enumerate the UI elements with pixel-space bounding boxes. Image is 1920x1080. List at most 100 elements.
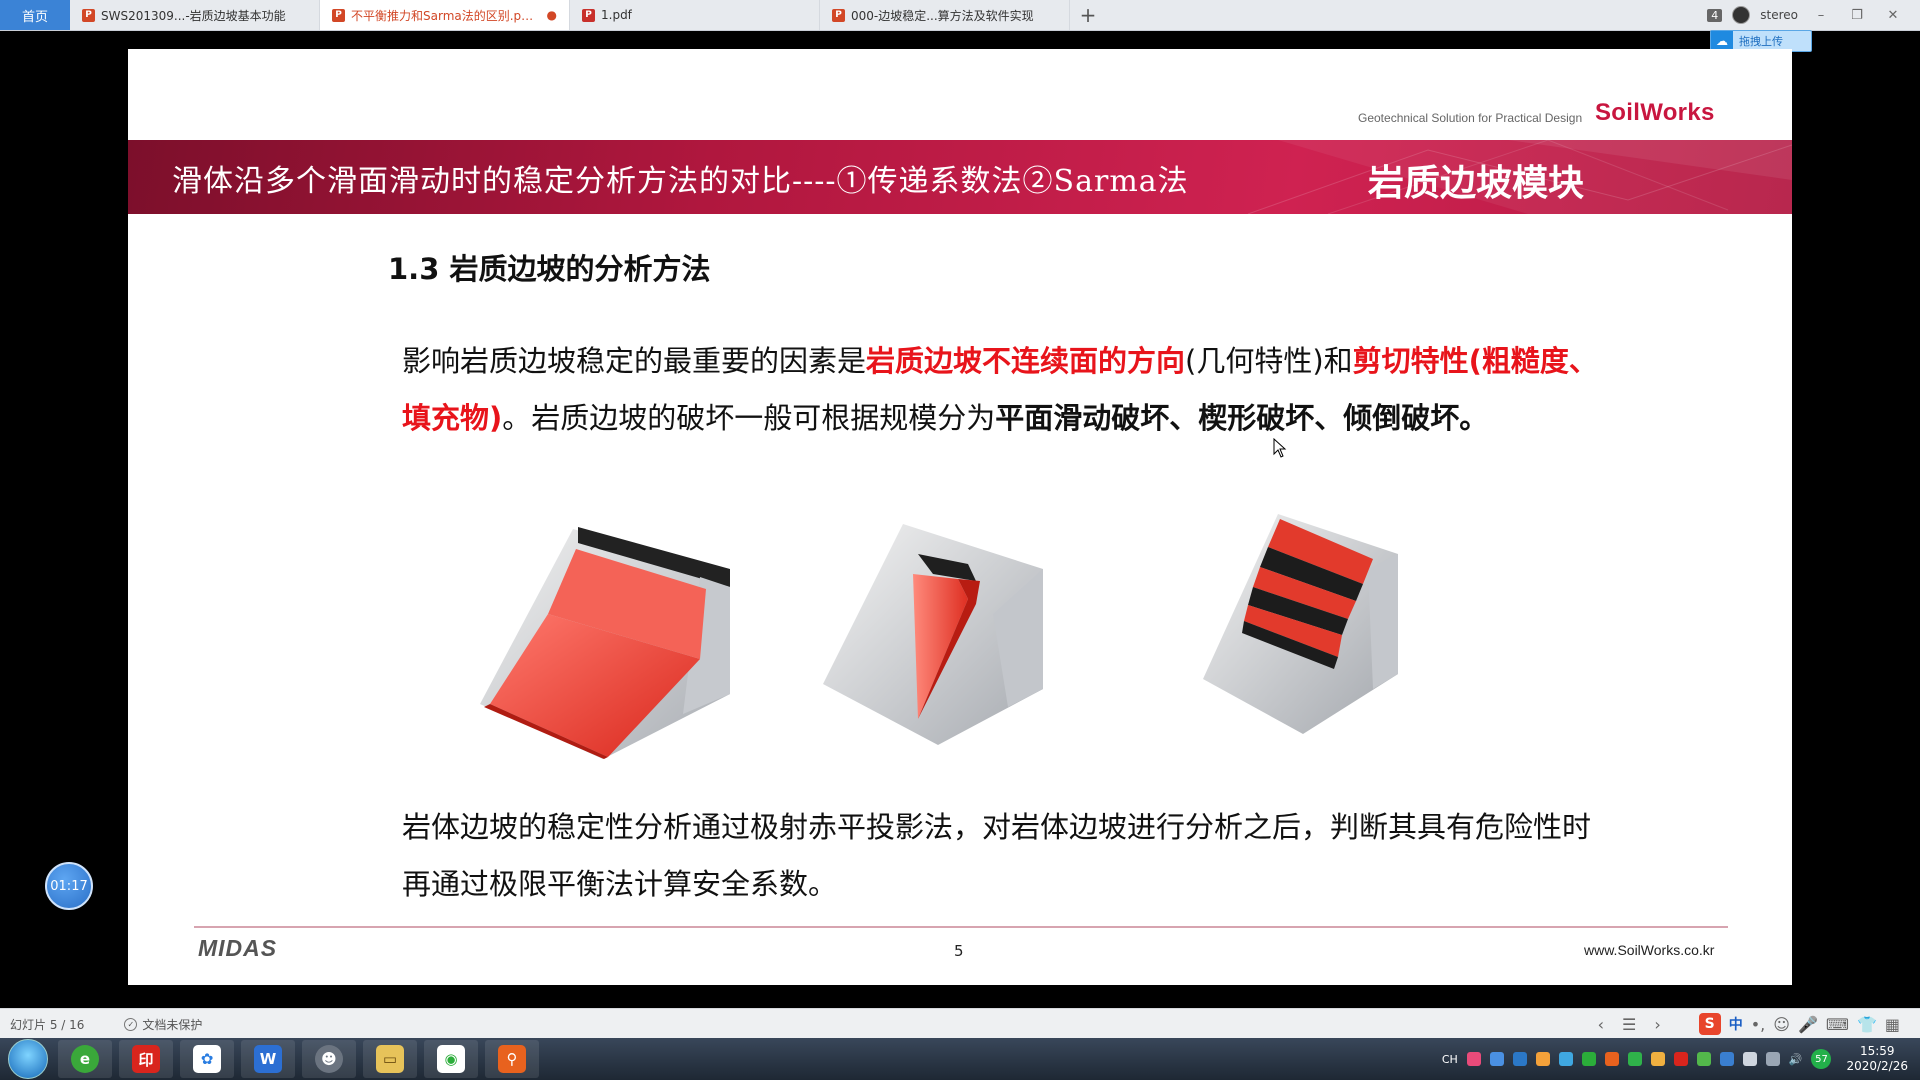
tray-app-icon[interactable] (1466, 1052, 1481, 1066)
emoji-icon[interactable]: ☺ (1773, 1015, 1790, 1034)
midas-logo: MIDAS (198, 935, 278, 961)
taskbar-app-reader[interactable]: 印 (119, 1040, 173, 1078)
text-run: 影响岩质边坡稳定的最重要的因素是 (402, 344, 867, 378)
toppling-failure-illustration (1203, 514, 1398, 734)
text-run: 。岩质边坡的破坏一般可根据规模分为 (502, 401, 996, 435)
presentation-timer[interactable]: 01:17 (45, 862, 93, 910)
brand-logo: SoilWorks (1595, 99, 1715, 126)
reader-icon: 印 (132, 1045, 160, 1073)
slide-banner-title: 滑体沿多个滑面滑动时的稳定分析方法的对比----①传递系数法②Sarma法 (172, 164, 1189, 199)
upload-label: 拖拽上传 (1739, 35, 1783, 48)
system-tray: CH 🔊 57 15:59 2020/2/26 (1442, 1044, 1920, 1074)
analysis-paragraph: 岩体边坡的稳定性分析通过极射赤平投影法，对岩体边坡进行分析之后，判断其具有危险性… (402, 810, 1592, 901)
tab-document-3[interactable]: P 1.pdf (570, 0, 820, 30)
module-title: 岩质边坡模块 (1368, 163, 1585, 204)
previous-slide-icon[interactable]: ‹ (1598, 1015, 1604, 1034)
microphone-icon[interactable]: 🎤 (1798, 1015, 1818, 1034)
tab-label: SWS201309...-岩质边坡基本功能 (101, 8, 286, 23)
new-tab-button[interactable]: + (1070, 0, 1106, 30)
search-icon: ⚲ (498, 1045, 526, 1073)
clock-date: 2020/2/26 (1846, 1059, 1908, 1073)
sogou-ime-icon[interactable]: S (1698, 1013, 1721, 1035)
network-speed-badge[interactable]: 57 (1811, 1049, 1832, 1069)
tray-music-icon[interactable] (1535, 1052, 1550, 1066)
tray-windows-icon[interactable] (1558, 1052, 1573, 1066)
tab-label: 000-边坡稳定...算方法及软件实现 (851, 8, 1034, 23)
folder-icon: ▭ (376, 1045, 404, 1073)
slide-canvas: Geotechnical Solution for Practical Desi… (128, 49, 1792, 985)
slide-list-icon[interactable]: ☰ (1622, 1015, 1636, 1034)
presentation-icon: P (332, 8, 345, 22)
taskbar-app-search[interactable]: ⚲ (485, 1040, 539, 1078)
window-count-badge[interactable]: 4 (1707, 8, 1723, 22)
tab-document-1[interactable]: P SWS201309...-岩质边坡基本功能 (70, 0, 320, 30)
protection-status[interactable]: ✓ 文档未保护 (124, 1016, 202, 1033)
text-run: (几何特性)和 (1185, 344, 1353, 378)
protection-label: 文档未保护 (142, 1017, 203, 1032)
highlight-failure-types: 平面滑动破坏、楔形破坏、倾倒破坏。 (995, 401, 1489, 435)
minimize-icon[interactable]: – (1808, 8, 1834, 23)
tray-usb-icon[interactable] (1742, 1052, 1757, 1066)
wedge-failure-illustration (823, 524, 1043, 745)
ime-language[interactable]: 中 (1729, 1014, 1743, 1034)
tray-network-icon[interactable] (1719, 1052, 1734, 1066)
skin-icon[interactable]: 👕 (1857, 1015, 1877, 1034)
intro-paragraph: 影响岩质边坡稳定的最重要的因素是岩质边坡不连续面的方向(几何特性)和剪切特性(粗… (402, 333, 1612, 447)
tray-shield-icon[interactable] (1512, 1052, 1527, 1066)
unsaved-dot-icon: ● (546, 8, 557, 22)
restore-icon[interactable]: ❐ (1844, 8, 1870, 23)
slide-navigation: ‹ ☰ › S 中 •, ☺ 🎤 ⌨ 👕 ▦ (1598, 1013, 1920, 1035)
wechat-icon: ◉ (437, 1045, 465, 1073)
taskbar: e 印 ✿ W ☻ ▭ ◉ ⚲ CH 🔊 57 15:59 2020/2/26 (0, 1038, 1920, 1080)
tray-reader-icon[interactable] (1673, 1052, 1688, 1066)
keyboard-icon[interactable]: ⌨ (1826, 1015, 1849, 1034)
taskbar-app-browser[interactable]: e (58, 1040, 112, 1078)
tray-green-icon[interactable] (1627, 1052, 1642, 1066)
clock-time: 15:59 (1859, 1044, 1895, 1058)
start-button[interactable] (8, 1039, 48, 1079)
avatar[interactable] (1732, 6, 1751, 24)
tray-wechat-icon[interactable] (1581, 1052, 1596, 1066)
toolbox-icon[interactable]: ▦ (1885, 1015, 1900, 1034)
volume-icon[interactable]: 🔊 (1789, 1053, 1803, 1066)
browser-icon: e (71, 1045, 99, 1073)
tab-label: 1.pdf (601, 8, 632, 22)
tray-cloud-icon[interactable] (1489, 1052, 1504, 1066)
tab-document-4[interactable]: P 000-边坡稳定...算方法及软件实现 (820, 0, 1070, 30)
footer-divider (194, 926, 1728, 928)
system-clock[interactable]: 15:59 2020/2/26 (1846, 1044, 1908, 1074)
tab-document-2[interactable]: P 不平衡推力和Sarma法的区别.pptx ● (320, 0, 570, 30)
title-banner: 滑体沿多个滑面滑动时的稳定分析方法的对比----①传递系数法②Sarma法 岩质… (128, 140, 1792, 214)
tabbar-right: 4 stereo – ❐ ✕ (1707, 0, 1920, 30)
taskbar-app-avatar[interactable]: ☻ (302, 1040, 356, 1078)
tray-display-icon[interactable] (1765, 1052, 1780, 1066)
slide-tagline: Geotechnical Solution for Practical Desi… (1358, 111, 1583, 125)
tab-bar: 首页 P SWS201309...-岩质边坡基本功能 P 不平衡推力和Sarma… (0, 0, 1920, 31)
highlight-discontinuity: 岩质边坡不连续面的方向 (866, 344, 1186, 378)
tray-update-icon[interactable] (1696, 1052, 1711, 1066)
pdf-icon: P (582, 8, 595, 22)
tray-hand-icon[interactable] (1650, 1052, 1665, 1066)
section-heading: 1.3 岩质边坡的分析方法 (388, 252, 711, 286)
user-name[interactable]: stereo (1760, 8, 1798, 22)
punctuation-icon[interactable]: •, (1751, 1015, 1766, 1034)
next-slide-icon[interactable]: › (1654, 1015, 1660, 1034)
tab-home[interactable]: 首页 (0, 0, 70, 30)
status-bar: 幻灯片 5 / 16 ✓ 文档未保护 ‹ ☰ › S 中 •, ☺ 🎤 ⌨ 👕 … (0, 1008, 1920, 1039)
taskbar-app-office[interactable]: W (241, 1040, 295, 1078)
user-app-icon: ☻ (315, 1045, 343, 1073)
ime-toolbar: S 中 •, ☺ 🎤 ⌨ 👕 ▦ (1698, 1013, 1900, 1035)
page-number: 5 (954, 942, 964, 960)
presentation-icon: P (832, 8, 845, 22)
planar-failure-illustration (480, 527, 730, 759)
tab-label: 不平衡推力和Sarma法的区别.pptx (351, 8, 541, 23)
tray-search-icon[interactable] (1604, 1052, 1619, 1066)
mouse-pointer-icon (1273, 438, 1287, 458)
taskbar-app-cloud[interactable]: ✿ (180, 1040, 234, 1078)
taskbar-app-explorer[interactable]: ▭ (363, 1040, 417, 1078)
shield-icon: ✓ (124, 1017, 138, 1031)
footer-url: www.SoilWorks.co.kr (1584, 942, 1715, 958)
taskbar-app-wechat[interactable]: ◉ (424, 1040, 478, 1078)
close-icon[interactable]: ✕ (1880, 8, 1906, 23)
ime-indicator[interactable]: CH (1442, 1053, 1458, 1066)
